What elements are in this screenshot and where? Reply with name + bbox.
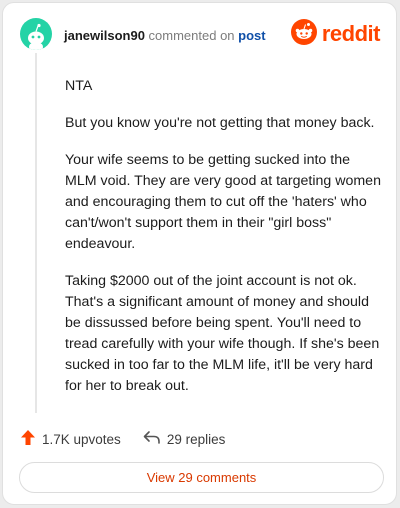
comment-paragraph: Taking $2000 out of the joint account is… [65, 273, 380, 394]
reply-arrow-icon [143, 430, 167, 448]
reddit-alien-icon [290, 18, 317, 50]
upvote-arrow-icon [20, 429, 42, 449]
post-link[interactable]: post [238, 28, 265, 43]
logo-wordmark: reddit [321, 21, 381, 46]
comment-body: NTA But you know you're not getting that… [65, 76, 381, 413]
comment-paragraph: Your wife seems to be getting sucked int… [65, 152, 381, 252]
upvote-button[interactable]: 1.7K upvotes [20, 429, 121, 449]
replies-button[interactable]: 29 replies [143, 430, 226, 448]
username[interactable]: janewilson90 [64, 28, 145, 43]
comment-paragraph: But you know you're not getting that mon… [65, 115, 375, 131]
thread-line [35, 53, 37, 413]
comment-footer: 1.7K upvotes 29 replies [20, 429, 225, 449]
comment-paragraph: NTA [65, 78, 93, 94]
comment-meta: janewilson90 commented on post [64, 28, 266, 43]
comment-card: janewilson90 commented on post reddit NT… [2, 2, 397, 505]
avatar[interactable] [20, 18, 52, 50]
upvote-count: 1.7K upvotes [42, 431, 121, 447]
reddit-logo[interactable]: reddit [290, 18, 381, 50]
view-comments-label: View 29 comments [146, 470, 257, 485]
reply-count: 29 replies [166, 431, 226, 447]
comment-header: janewilson90 commented on post reddit [20, 18, 381, 58]
view-comments-button[interactable]: View 29 comments [19, 462, 384, 493]
action-text: commented on [148, 28, 235, 43]
